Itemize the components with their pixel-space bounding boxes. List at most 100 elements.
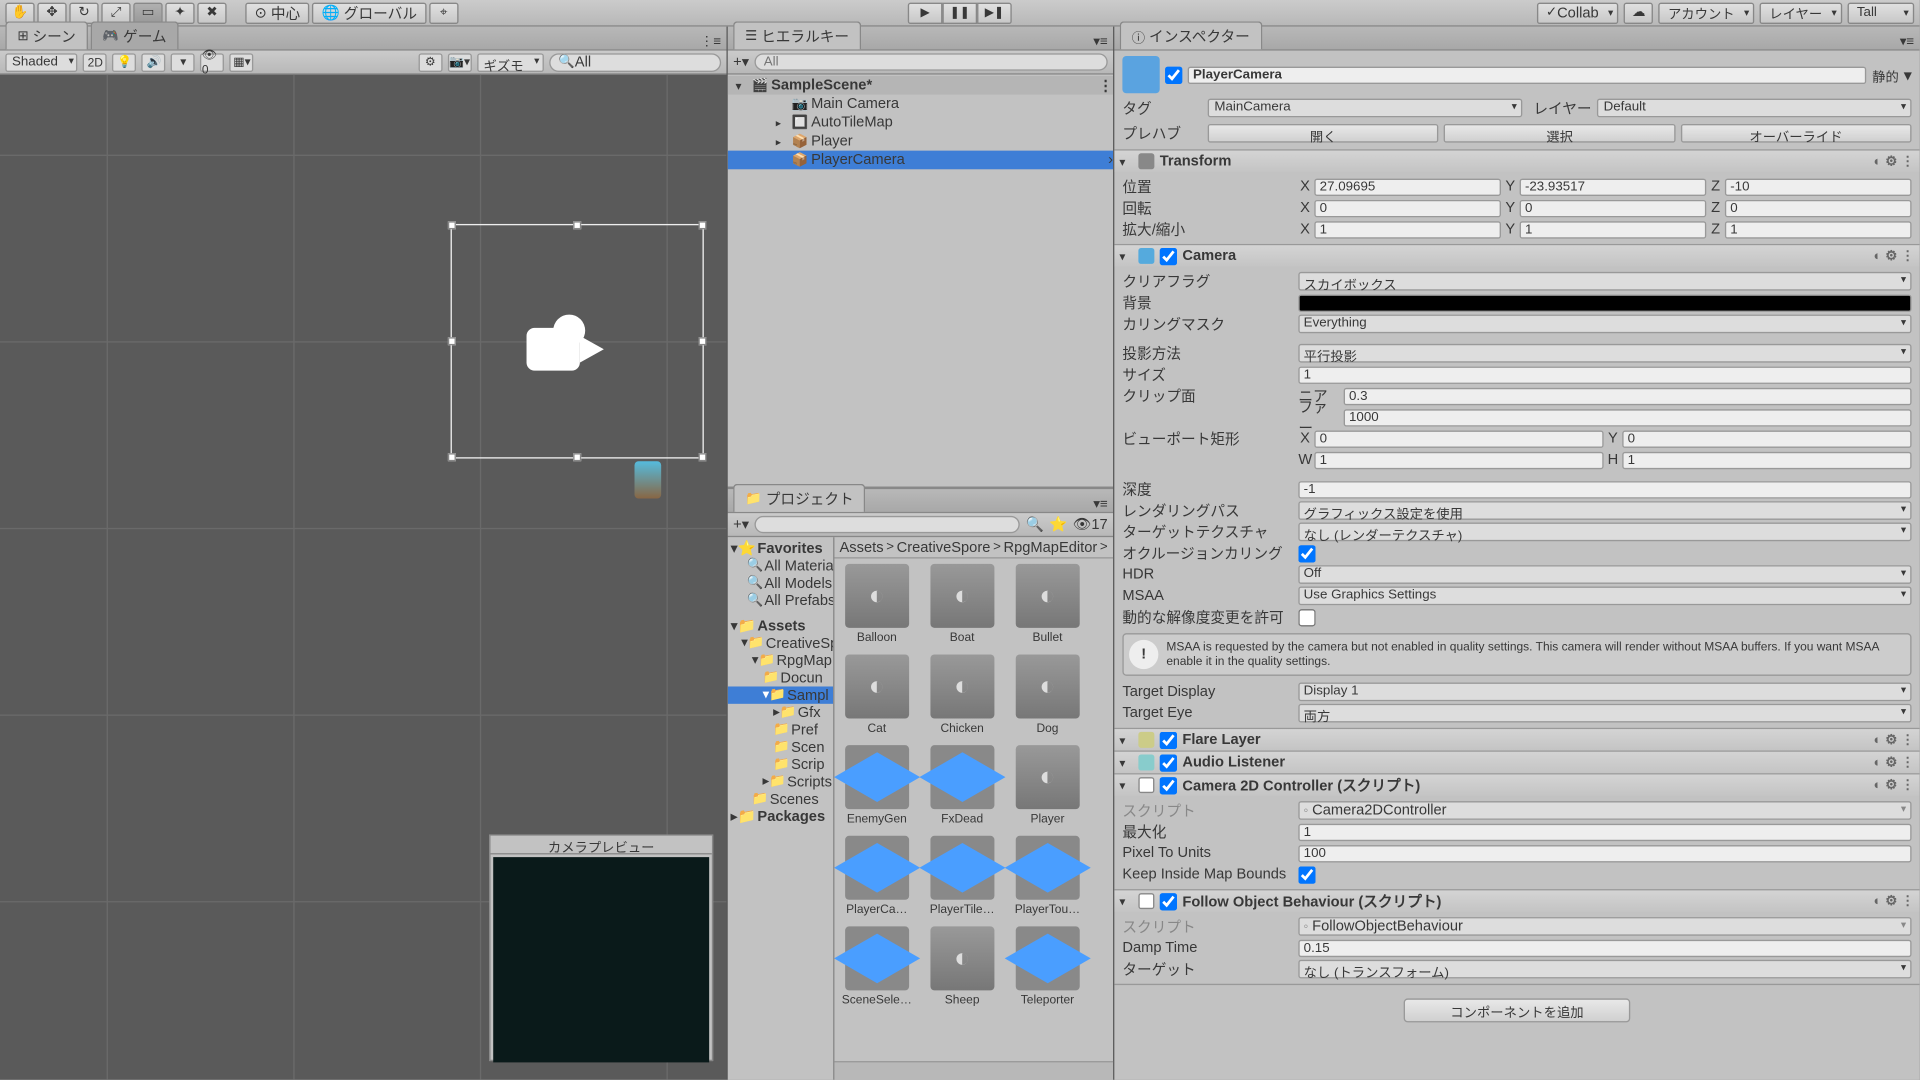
cam2d-enabled[interactable] — [1160, 776, 1177, 793]
zoom-field[interactable] — [1298, 823, 1911, 840]
ptree-item[interactable]: 📁Pref — [728, 721, 833, 738]
project-item[interactable]: EnemyGen — [840, 745, 915, 825]
ptree-pkg[interactable]: ▸📁Packages — [728, 808, 833, 825]
move-tool[interactable]: ✥ — [37, 2, 66, 23]
pos-x[interactable] — [1314, 178, 1501, 195]
play-button[interactable]: ▶ — [908, 2, 943, 23]
light-toggle[interactable]: 💡 — [113, 53, 137, 72]
rot-z[interactable] — [1725, 199, 1912, 216]
tab-project[interactable]: 📁 プロジェクト — [733, 484, 866, 512]
gizmo-cam[interactable]: 📷▾ — [448, 53, 472, 72]
project-item[interactable]: ◐Cat — [840, 655, 915, 735]
coord-toggle[interactable]: 🌐グローバル — [312, 2, 426, 23]
ptree-item[interactable]: 📁Scenes — [728, 790, 833, 807]
ptree-item[interactable]: 📁Scen — [728, 738, 833, 755]
vis-icon[interactable]: 👁17 — [1073, 516, 1108, 533]
occlusion-chk[interactable] — [1298, 545, 1315, 562]
active-checkbox[interactable] — [1165, 66, 1182, 83]
ptree-item[interactable]: 🔍All Material — [728, 557, 833, 574]
fav-icon[interactable]: ⭐ — [1049, 516, 1067, 533]
tab-menu[interactable]: ⋮≡ — [695, 35, 727, 50]
thumbnail-slider[interactable] — [834, 1061, 1113, 1080]
comp-flare-head[interactable]: ▾Flare Layer◐ ⚙ ⋮ — [1114, 729, 1919, 750]
damp-field[interactable] — [1298, 939, 1911, 956]
pos-y[interactable] — [1520, 178, 1707, 195]
target-tex[interactable]: なし (レンダーテクスチャ) — [1298, 523, 1911, 542]
ortho-size[interactable] — [1298, 366, 1911, 383]
fx-toggle[interactable]: ▾ — [171, 53, 195, 72]
comp-follow-head[interactable]: ▾Follow Object Behaviour (スクリプト)◐ ⚙ ⋮ — [1114, 890, 1919, 911]
rotate-tool[interactable]: ↻ — [69, 2, 98, 23]
player-sprite[interactable] — [635, 461, 662, 498]
grid-toggle[interactable]: ▦▾ — [230, 53, 254, 72]
hier-menu[interactable]: ▾≡ — [1088, 35, 1113, 50]
follow-enabled[interactable] — [1160, 892, 1177, 909]
scale-x[interactable] — [1314, 221, 1501, 238]
project-item[interactable]: Teleporter — [1010, 926, 1085, 1006]
project-item[interactable]: ◐Dog — [1010, 655, 1085, 735]
layers-dropdown[interactable]: レイヤー — [1760, 2, 1842, 23]
tab-inspector[interactable]: ⓘ インスペクター — [1120, 21, 1262, 49]
tab-game[interactable]: 🎮 ゲーム — [90, 21, 178, 49]
prefab-open[interactable]: 開く — [1208, 124, 1439, 143]
tab-scene[interactable]: ⊞ シーン — [5, 21, 87, 49]
project-search[interactable] — [754, 516, 1020, 533]
scene-viewport[interactable]: カメラプレビュー — [0, 75, 726, 1080]
depth[interactable] — [1298, 481, 1911, 498]
vp-x[interactable] — [1314, 430, 1603, 447]
account-dropdown[interactable]: アカウント — [1659, 2, 1755, 23]
pause-button[interactable]: ❚❚ — [942, 2, 977, 23]
ptree-item[interactable]: 🔍All Models — [728, 575, 833, 592]
comp-audio-head[interactable]: ▾Audio Listener◐ ⚙ ⋮ — [1114, 752, 1919, 773]
rot-y[interactable] — [1520, 199, 1707, 216]
proj-create[interactable]: +▾ — [733, 516, 749, 533]
bg-color[interactable] — [1298, 294, 1911, 311]
vp-w[interactable] — [1314, 451, 1603, 468]
ptree-item[interactable]: ▾📁CreativeSp — [728, 635, 833, 652]
transform-tool[interactable]: ✦ — [165, 2, 194, 23]
hier-scene[interactable]: ▾🎬 SampleScene*⋮ — [728, 76, 1113, 95]
add-component-button[interactable]: コンポーネントを追加 — [1404, 998, 1631, 1022]
project-item[interactable]: ◐Balloon — [840, 564, 915, 644]
search-icon[interactable]: 🔍 — [1026, 516, 1044, 533]
project-item[interactable]: PlayerCa… — [840, 836, 915, 916]
project-item[interactable]: ◐Player — [1010, 745, 1085, 825]
ptree-item[interactable]: ▾📁RpgMap — [728, 652, 833, 669]
scale-tool[interactable]: ⤢ — [101, 2, 130, 23]
vp-h[interactable] — [1622, 451, 1911, 468]
hier-item[interactable]: ▸🔲 AutoTileMap — [728, 113, 1113, 132]
bc-item[interactable]: CreativeSpore — [897, 539, 991, 555]
project-item[interactable]: ◐Boat — [925, 564, 1000, 644]
ptree-fav[interactable]: ▾⭐Favorites — [728, 540, 833, 557]
gizmo-dropdown[interactable]: ギズモ — [477, 53, 544, 72]
rect-tool[interactable]: ▭ — [133, 2, 162, 23]
cam-settings[interactable]: ⚙ — [418, 53, 442, 72]
clip-near[interactable] — [1344, 387, 1912, 404]
culling-mask[interactable]: Everything — [1298, 315, 1911, 334]
project-item[interactable]: SceneSele… — [840, 926, 915, 1006]
target-display[interactable]: Display 1 — [1298, 682, 1911, 701]
project-item[interactable]: PlayerTile… — [925, 836, 1000, 916]
script-field[interactable]: ◦ Camera2DController — [1298, 801, 1911, 820]
tag-dropdown[interactable]: MainCamera — [1208, 99, 1523, 118]
target-eye[interactable]: 両方 — [1298, 704, 1911, 723]
prefab-override[interactable]: オーバーライド — [1680, 124, 1911, 143]
script-field[interactable]: ◦ FollowObjectBehaviour — [1298, 917, 1911, 936]
target-field[interactable]: なし (トランスフォーム) — [1298, 960, 1911, 979]
render-path[interactable]: グラフィックス設定を使用 — [1298, 501, 1911, 520]
ptree-item[interactable]: 📁Docun — [728, 669, 833, 686]
projection[interactable]: 平行投影 — [1298, 344, 1911, 363]
kimb-chk[interactable] — [1298, 866, 1315, 883]
bc-item[interactable]: RpgMapEditor — [1004, 539, 1098, 555]
shading-dropdown[interactable]: Shaded — [5, 53, 78, 72]
project-item[interactable]: PlayerTou… — [1010, 836, 1085, 916]
custom-tool[interactable]: ✖ — [197, 2, 226, 23]
audio-enabled[interactable] — [1160, 754, 1177, 771]
rot-x[interactable] — [1314, 199, 1501, 216]
ptu-field[interactable] — [1298, 844, 1911, 861]
project-item[interactable]: ◐Sheep — [925, 926, 1000, 1006]
ptree-assets[interactable]: ▾📁Assets — [728, 617, 833, 634]
audio-toggle[interactable]: 🔊 — [142, 53, 166, 72]
snap-toggle[interactable]: ⌖ — [429, 2, 458, 23]
bc-item[interactable]: Assets — [840, 539, 884, 555]
